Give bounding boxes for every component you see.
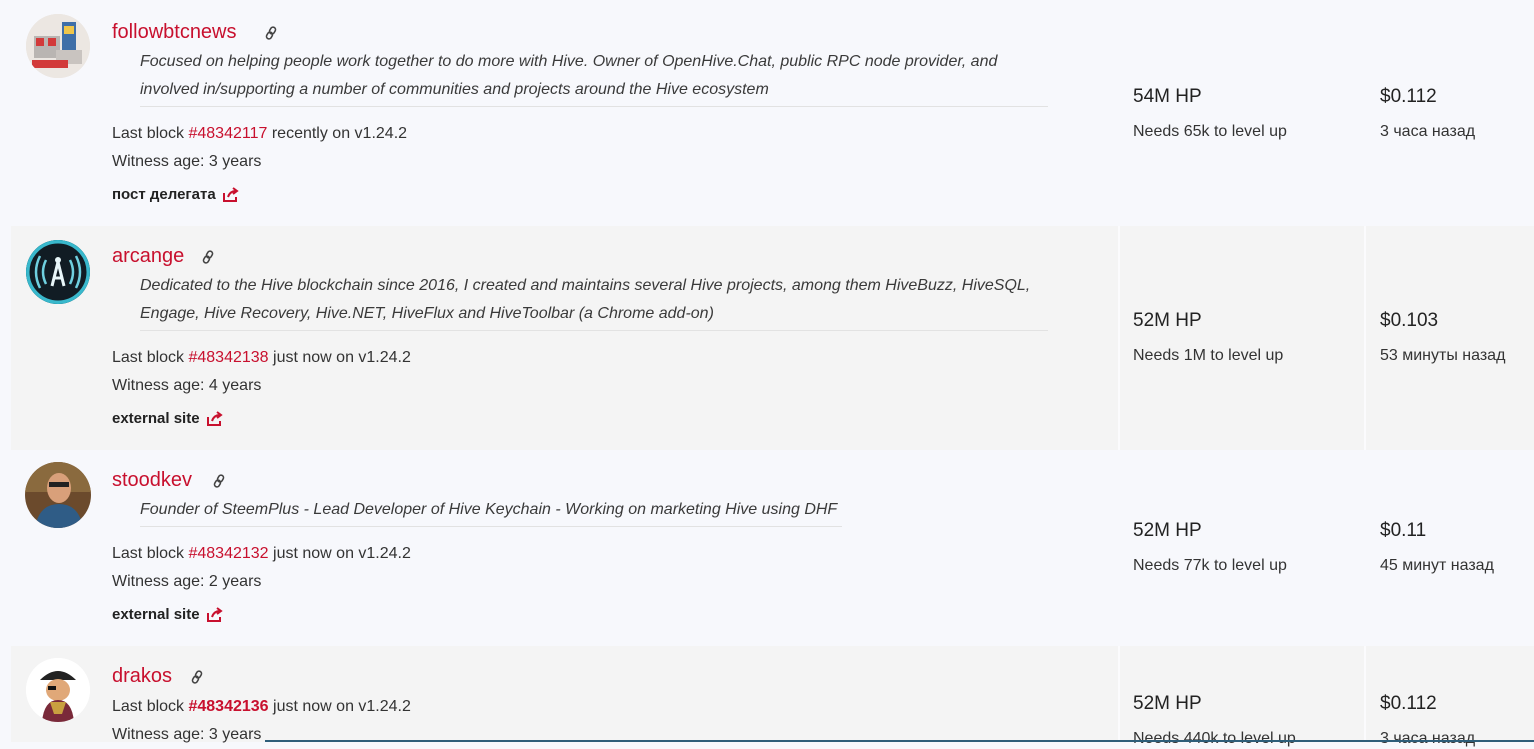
witness-age: Witness age: 2 years [112,573,262,590]
last-block-line: Last block #48342136 just now on v1.24.2 [112,698,411,715]
external-link-icon [206,607,223,623]
link-icon[interactable] [202,250,214,264]
last-block-line: Last block #48342132 just now on v1.24.2 [112,545,411,562]
witness-row-drakos: drakos Last block #48342136 just now on … [0,646,1534,747]
level-up-info: Needs 65k to level up [1133,123,1287,140]
level-up-info: Needs 77k to level up [1133,557,1287,574]
witness-description: Focused on helping people work together … [140,48,1048,107]
witness-row-stoodkev: stoodkev Founder of SteemPlus - Lead Dev… [0,450,1534,646]
price-feed: $0.112 [1380,693,1437,714]
block-link[interactable]: #48342136 [188,698,268,715]
block-link[interactable]: #48342132 [188,545,268,562]
delegate-post-link[interactable]: пост делегата [112,185,240,205]
price-feed: $0.103 [1380,310,1439,331]
link-icon[interactable] [191,670,203,684]
witness-name-link[interactable]: stoodkev [112,468,192,492]
hive-power: 54M HP [1133,86,1202,107]
witness-row-arcange: arcange Dedicated to the Hive blockchain… [0,226,1534,450]
price-age: 3 часа назад [1380,123,1476,140]
price-age: 45 минут назад [1380,557,1494,574]
last-block-line: Last block #48342117 recently on v1.24.2 [112,125,408,142]
witness-row-followbtcnews: followbtcnews Focused on helping people … [0,0,1534,226]
price-age: 3 часа назад [1380,730,1476,747]
avatar[interactable] [26,240,90,304]
level-up-info: Needs 1M to level up [1133,347,1284,364]
witness-name-link[interactable]: arcange [112,244,184,268]
external-site-link[interactable]: external site [112,409,224,429]
hive-power: 52M HP [1133,693,1202,714]
external-link-icon [206,411,223,427]
external-link-icon [222,187,239,203]
witness-name-link[interactable]: drakos [112,664,172,688]
block-link[interactable]: #48342117 [188,125,267,142]
witness-description: Dedicated to the Hive blockchain since 2… [140,272,1048,331]
witness-description: Founder of SteemPlus - Lead Developer of… [140,496,842,527]
avatar[interactable] [26,658,90,722]
witness-age: Witness age: 4 years [112,377,262,394]
block-link[interactable]: #48342138 [188,349,268,366]
hive-power: 52M HP [1133,310,1202,331]
avatar[interactable] [25,462,91,528]
price-age: 53 минуты назад [1380,347,1506,364]
price-feed: $0.11 [1380,520,1427,541]
external-site-link[interactable]: external site [112,605,224,625]
witness-age: Witness age: 3 years [112,726,262,743]
price-feed: $0.112 [1380,86,1437,107]
witness-name-link[interactable]: followbtcnews [112,20,237,44]
last-block-line: Last block #48342138 just now on v1.24.2 [112,349,411,366]
link-icon[interactable] [265,26,277,40]
avatar[interactable] [26,14,90,78]
witness-age: Witness age: 3 years [112,153,262,170]
link-icon[interactable] [213,474,225,488]
level-up-info: Needs 440k to level up [1133,730,1296,747]
hive-power: 52M HP [1133,520,1202,541]
